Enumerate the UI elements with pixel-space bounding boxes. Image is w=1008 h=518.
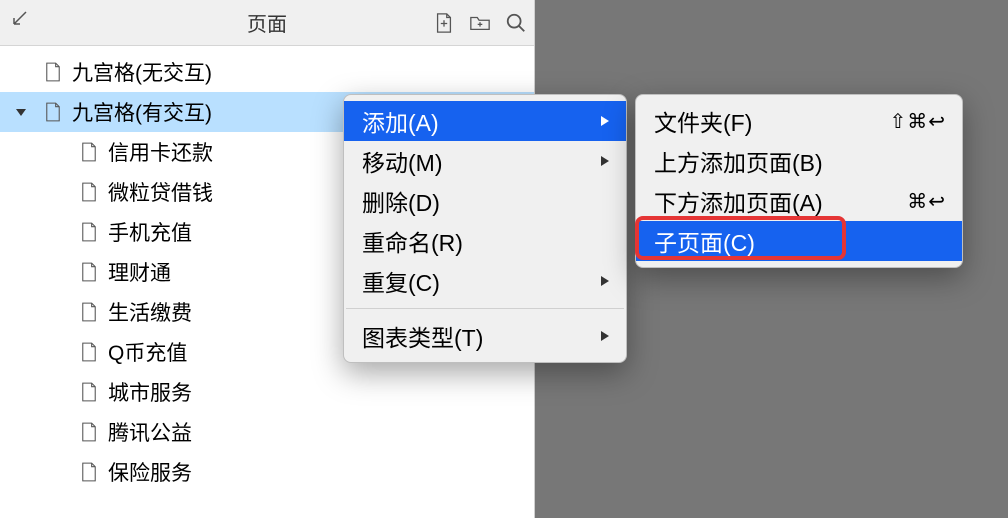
page-icon — [80, 461, 98, 483]
submenu-arrow-icon — [600, 330, 610, 342]
menu-item-delete[interactable]: 删除(D) — [344, 181, 626, 221]
submenu-arrow-icon — [600, 155, 610, 167]
tree-item-label: 九宫格(有交互) — [72, 97, 212, 127]
search-icon[interactable] — [504, 11, 528, 35]
page-icon — [80, 381, 98, 403]
tree-item-label: Q币充值 — [108, 337, 187, 367]
context-submenu-add: 文件夹(F) ⇧⌘↩ 上方添加页面(B) 下方添加页面(A) ⌘↩ 子页面(C) — [635, 94, 963, 268]
page-icon — [80, 301, 98, 323]
tree-item[interactable]: 九宫格(无交互) — [0, 52, 534, 92]
tree-item-label: 理财通 — [108, 257, 171, 287]
context-menu: 添加(A) 移动(M) 删除(D) 重命名(R) 重复(C) 图表类型(T) — [343, 94, 627, 363]
menu-shortcut: ⌘↩ — [907, 189, 946, 214]
menu-item-move[interactable]: 移动(M) — [344, 141, 626, 181]
tree-item-label: 手机充值 — [108, 217, 192, 247]
menu-item-label: 子页面(C) — [654, 224, 755, 258]
menu-item-label: 移动(M) — [362, 144, 442, 178]
tree-item-label: 信用卡还款 — [108, 137, 213, 167]
disclosure-triangle-icon[interactable] — [12, 106, 30, 118]
menu-item-label: 重复(C) — [362, 264, 440, 298]
menu-item-label: 图表类型(T) — [362, 319, 483, 353]
menu-item-folder[interactable]: 文件夹(F) ⇧⌘↩ — [636, 101, 962, 141]
page-icon — [80, 261, 98, 283]
tree-item[interactable]: 城市服务 — [0, 372, 534, 412]
tree-item-label: 生活缴费 — [108, 297, 192, 327]
tree-item[interactable]: 保险服务 — [0, 452, 534, 492]
tree-item-label: 腾讯公益 — [108, 417, 192, 447]
tree-item-label: 微粒贷借钱 — [108, 177, 213, 207]
tree-item-label: 保险服务 — [108, 457, 192, 487]
page-icon — [80, 141, 98, 163]
menu-item-add-page-below[interactable]: 下方添加页面(A) ⌘↩ — [636, 181, 962, 221]
new-folder-icon[interactable] — [468, 11, 492, 35]
tree-item-label: 九宫格(无交互) — [72, 57, 212, 87]
page-icon — [44, 61, 62, 83]
menu-item-label: 添加(A) — [362, 104, 439, 138]
menu-shortcut: ⇧⌘↩ — [889, 109, 946, 134]
menu-separator — [346, 308, 624, 309]
menu-item-child-page[interactable]: 子页面(C) — [636, 221, 962, 261]
panel-header: 页面 — [0, 0, 534, 46]
panel-actions — [432, 11, 528, 35]
page-icon — [44, 101, 62, 123]
menu-item-rename[interactable]: 重命名(R) — [344, 221, 626, 261]
submenu-arrow-icon — [600, 115, 610, 127]
page-icon — [80, 181, 98, 203]
menu-item-label: 删除(D) — [362, 184, 440, 218]
menu-item-label: 重命名(R) — [362, 224, 463, 258]
menu-item-label: 下方添加页面(A) — [654, 184, 823, 218]
tree-item[interactable]: 腾讯公益 — [0, 412, 534, 452]
submenu-arrow-icon — [600, 275, 610, 287]
menu-item-add-page-above[interactable]: 上方添加页面(B) — [636, 141, 962, 181]
panel-title: 页面 — [247, 8, 287, 37]
back-icon[interactable] — [12, 10, 30, 28]
menu-item-duplicate[interactable]: 重复(C) — [344, 261, 626, 301]
menu-item-add[interactable]: 添加(A) — [344, 101, 626, 141]
menu-item-chart-type[interactable]: 图表类型(T) — [344, 316, 626, 356]
new-page-icon[interactable] — [432, 11, 456, 35]
menu-item-label: 上方添加页面(B) — [654, 144, 823, 178]
page-icon — [80, 421, 98, 443]
tree-item-label: 城市服务 — [108, 377, 192, 407]
page-icon — [80, 221, 98, 243]
menu-item-label: 文件夹(F) — [654, 104, 752, 138]
page-icon — [80, 341, 98, 363]
